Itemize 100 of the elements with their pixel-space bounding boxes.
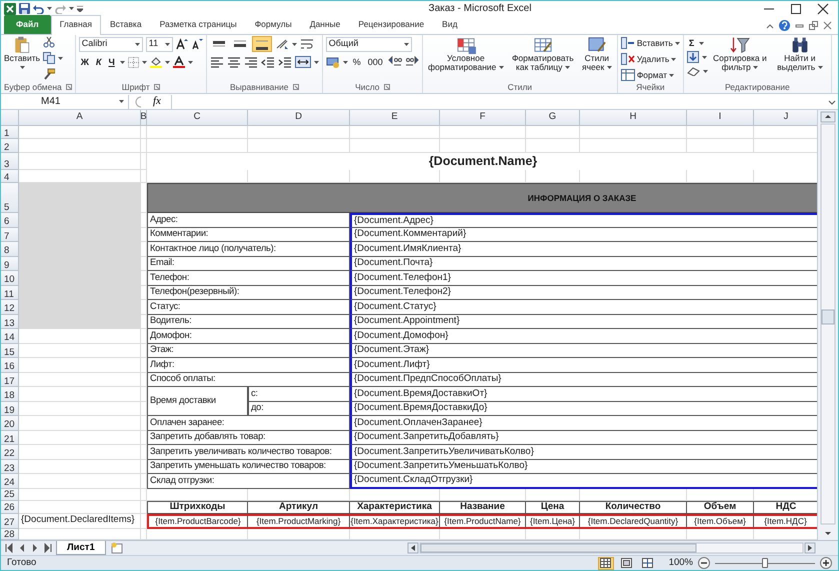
row-header[interactable]: 16 [1, 358, 19, 372]
column-header[interactable]: H [580, 110, 687, 126]
caret-icon[interactable] [669, 74, 674, 76]
dialog-launcher-icon[interactable] [384, 84, 390, 90]
dialog-launcher-icon[interactable] [154, 84, 160, 90]
row-header[interactable]: 5 [1, 183, 19, 213]
caret-icon[interactable] [188, 60, 193, 64]
number-format-field[interactable]: Общий [326, 36, 412, 52]
caret-icon[interactable] [671, 58, 676, 60]
row-header[interactable]: 19 [1, 402, 19, 416]
delete-button[interactable]: Удалить [620, 52, 680, 66]
caret-icon[interactable] [342, 60, 348, 64]
row-header[interactable]: 7 [1, 228, 19, 242]
caret-icon[interactable] [699, 42, 704, 44]
undo-icon[interactable] [33, 4, 44, 14]
row-header[interactable]: 28 [1, 528, 19, 540]
ribbon-tab[interactable]: Файл [4, 15, 51, 34]
row-header[interactable]: 12 [1, 300, 19, 314]
decrease-indent-icon[interactable] [260, 56, 275, 68]
restore-icon[interactable] [809, 21, 818, 30]
row-header[interactable]: 21 [1, 430, 19, 445]
zoom-out-icon[interactable] [698, 557, 710, 569]
caret-icon[interactable] [753, 66, 758, 70]
splitter-handle-icon[interactable] [133, 96, 143, 108]
ribbon-tab[interactable]: Вид [433, 15, 466, 34]
first-sheet-icon[interactable] [4, 543, 14, 553]
normal-view-button[interactable] [598, 556, 614, 570]
save-icon[interactable] [19, 3, 30, 14]
conditional-format-button[interactable]: Условное форматирование [426, 36, 506, 72]
page-layout-view-button[interactable] [618, 556, 635, 570]
caret-icon[interactable] [818, 66, 823, 70]
autosum-button[interactable]: Σ [686, 36, 696, 50]
row-header[interactable]: 25 [1, 488, 19, 500]
row-header[interactable]: 10 [1, 271, 19, 286]
caret-icon[interactable] [58, 56, 63, 60]
row-header[interactable]: 15 [1, 344, 19, 358]
row-header[interactable]: 4 [1, 170, 19, 183]
font-color-icon[interactable] [172, 56, 185, 68]
row-header[interactable]: 26 [1, 500, 19, 514]
caret-icon[interactable] [164, 42, 170, 46]
column-header[interactable]: G [526, 110, 580, 126]
ribbon-tab[interactable]: Главная [50, 15, 101, 35]
align-left-icon[interactable] [210, 56, 224, 68]
eraser-icon[interactable] [686, 66, 700, 76]
row-header[interactable]: 14 [1, 329, 19, 344]
fill-color-icon[interactable] [150, 56, 162, 68]
last-sheet-icon[interactable] [43, 543, 53, 553]
scissors-icon[interactable] [43, 36, 55, 48]
spreadsheet-cell[interactable]: {Document.DeclaredItems} [19, 514, 141, 528]
insert-button[interactable]: Вставить [620, 36, 680, 50]
row-header[interactable]: 1 [1, 126, 19, 139]
column-header[interactable]: F [440, 110, 526, 126]
caret-icon[interactable] [47, 7, 52, 10]
text-orientation-icon[interactable] [274, 38, 289, 50]
row-header[interactable]: 13 [1, 314, 19, 329]
ribbon-tab[interactable]: Формулы [246, 15, 301, 34]
caret-icon[interactable] [164, 60, 170, 64]
format-painter-icon[interactable] [43, 68, 55, 80]
caret-icon[interactable] [69, 7, 74, 10]
column-header[interactable]: E [350, 110, 440, 126]
sheet-tab[interactable]: Лист1 [56, 541, 106, 555]
increase-decimal-icon[interactable] [388, 56, 402, 68]
spreadsheet-app-icon[interactable] [4, 2, 16, 14]
decrease-decimal-icon[interactable] [404, 56, 419, 68]
column-header[interactable]: A [19, 110, 141, 126]
ribbon-tab[interactable]: Вставка [100, 15, 151, 34]
horizontal-scrollbar[interactable] [407, 542, 817, 554]
vertical-align-button[interactable] [252, 36, 272, 52]
column-header[interactable]: B [141, 110, 147, 126]
customize-toolbar-icon[interactable] [77, 6, 83, 12]
percent-button[interactable]: % [350, 55, 363, 69]
collapse-ribbon-icon[interactable] [766, 22, 774, 28]
row-header[interactable]: 3 [1, 153, 19, 170]
row-header[interactable]: 6 [1, 213, 19, 228]
font-size-field[interactable]: 11 [146, 36, 173, 52]
column-header[interactable]: I [687, 110, 754, 126]
column-header[interactable]: D [248, 110, 350, 126]
currency-icon[interactable] [326, 56, 340, 68]
increase-indent-icon[interactable] [278, 56, 292, 68]
row-header[interactable]: 17 [1, 372, 19, 387]
dialog-launcher-icon[interactable] [292, 84, 299, 90]
font-field[interactable]: Calibri [78, 36, 143, 52]
row-header[interactable]: 24 [1, 474, 19, 488]
new-sheet-icon[interactable] [108, 542, 125, 554]
row-header[interactable]: 8 [1, 242, 19, 256]
align-center-icon[interactable] [226, 56, 241, 68]
merge-cells-icon[interactable] [294, 56, 311, 68]
copy-icon[interactable] [43, 52, 55, 64]
caret-icon[interactable] [498, 66, 504, 70]
format-button[interactable]: Формат [620, 68, 680, 82]
caret-icon[interactable] [292, 42, 297, 46]
page-break-view-button[interactable] [640, 556, 656, 570]
row-header[interactable]: 23 [1, 460, 19, 474]
row-header[interactable]: 22 [1, 445, 19, 460]
italic-button[interactable]: К [94, 55, 104, 69]
caret-icon[interactable] [314, 60, 319, 64]
caret-icon[interactable] [119, 100, 124, 103]
caret-icon[interactable] [702, 70, 708, 72]
caret-icon[interactable] [20, 66, 24, 70]
underline-button[interactable]: Ч [106, 55, 117, 69]
